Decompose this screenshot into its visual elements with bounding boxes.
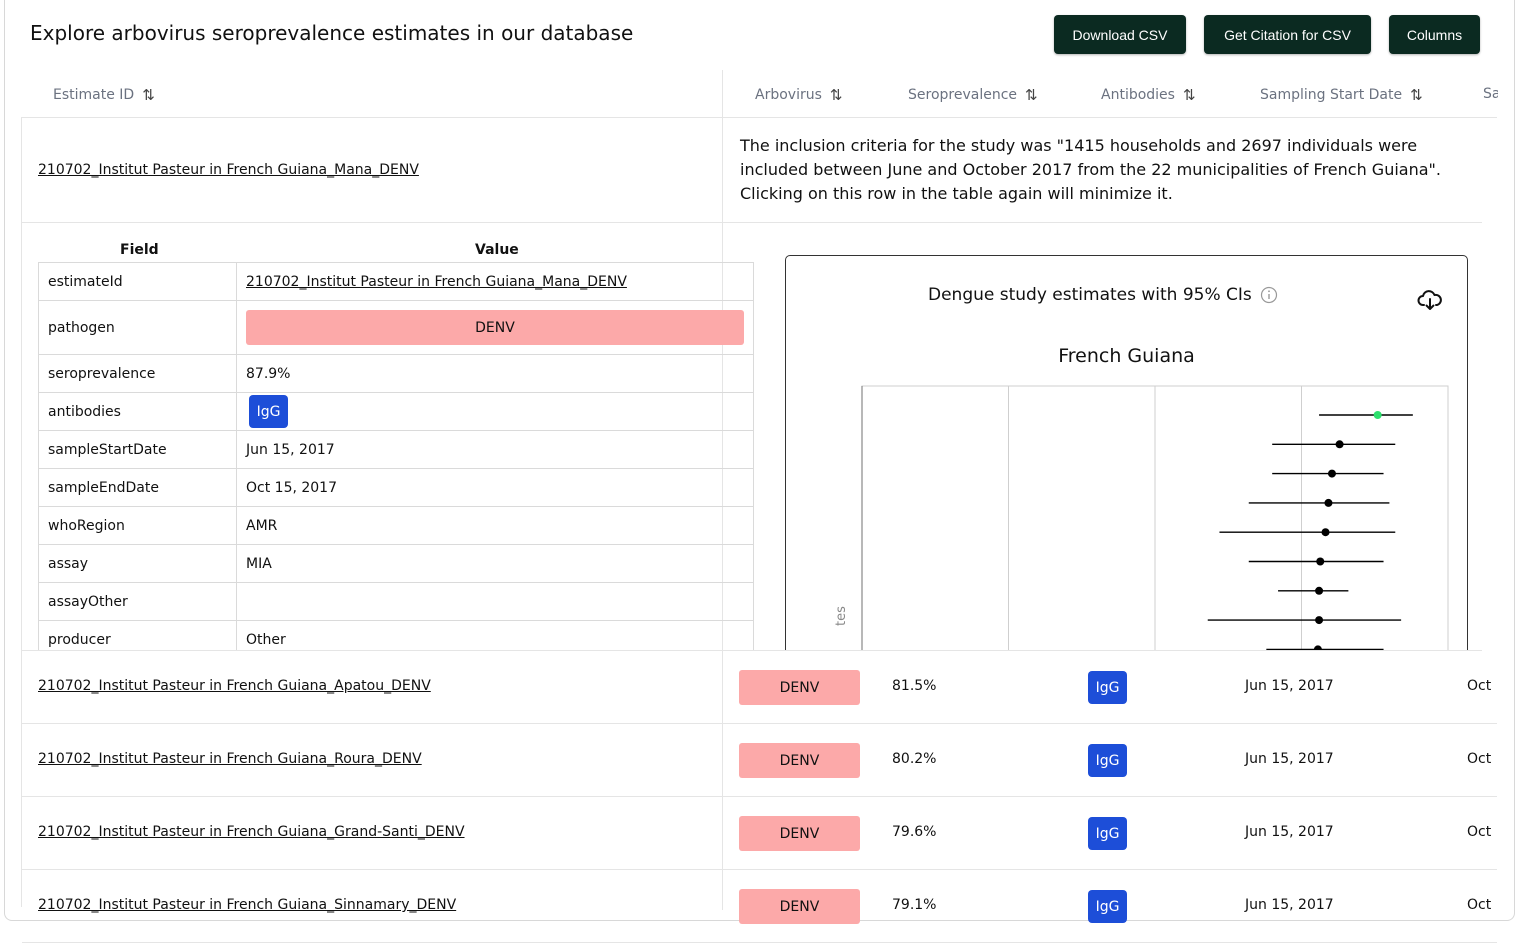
end-date-value: Oct 1 — [1467, 897, 1497, 913]
estimate-point — [1315, 616, 1324, 625]
detail-row: assay MIA — [38, 544, 754, 583]
seroprevalence-value: 80.2% — [892, 751, 937, 767]
forest-plot — [861, 385, 1449, 650]
detail-field: whoRegion — [38, 506, 237, 545]
detail-field: estimateId — [38, 262, 237, 301]
detail-value — [236, 582, 754, 621]
download-csv-button[interactable]: Download CSV — [1054, 15, 1186, 54]
column-header-estimate-id[interactable]: Estimate ID ⇅ — [53, 86, 155, 104]
detail-row: assayOther — [38, 582, 754, 621]
detail-row: producer Other — [38, 620, 754, 650]
field-header: Field — [120, 242, 159, 258]
page-title: Explore arbovirus seroprevalence estimat… — [30, 21, 634, 45]
column-header-label: Arbovirus — [755, 87, 822, 103]
row-divider — [22, 723, 1497, 724]
chart-panel: Dengue study estimates with 95% CIs Fren… — [785, 255, 1468, 650]
detail-value: Jun 15, 2017 — [236, 430, 754, 469]
detail-row: estimateId 210702_Institut Pasteur in Fr… — [38, 262, 754, 301]
column-header-sampling-end-date[interactable]: Sa — [1483, 86, 1498, 102]
detail-value: 87.9% — [236, 354, 754, 393]
row-divider — [22, 222, 1482, 223]
column-header-label: Sampling Start Date — [1260, 87, 1403, 103]
start-date-value: Jun 15, 2017 — [1245, 678, 1334, 694]
column-header-label: Estimate ID — [53, 87, 135, 103]
detail-row: sampleEndDate Oct 15, 2017 — [38, 468, 754, 507]
seroprevalence-value: 79.6% — [892, 824, 937, 840]
end-date-value: Oct 1 — [1467, 751, 1497, 767]
columns-button[interactable]: Columns — [1389, 15, 1480, 54]
detail-value: MIA — [236, 544, 754, 583]
detail-field: assay — [38, 544, 237, 583]
pathogen-badge: DENV — [246, 310, 744, 345]
detail-row: pathogen DENV — [38, 300, 754, 355]
estimate-point — [1324, 498, 1333, 507]
pathogen-badge: DENV — [739, 743, 860, 778]
estimate-point — [1316, 557, 1325, 566]
detail-value: Other — [236, 620, 754, 650]
detail-field: producer — [38, 620, 237, 650]
detail-value: IgG — [236, 392, 754, 431]
estimate-id-link[interactable]: 210702_Institut Pasteur in French Guiana… — [38, 678, 431, 694]
sort-icon[interactable]: ⇅ — [1025, 86, 1038, 104]
row-divider — [22, 796, 1497, 797]
detail-field: sampleStartDate — [38, 430, 237, 469]
estimate-id-link[interactable]: 210702_Institut Pasteur in French Guiana… — [38, 824, 465, 840]
value-header: Value — [475, 242, 519, 258]
detail-field: assayOther — [38, 582, 237, 621]
column-header-arbovirus[interactable]: Arbovirus ⇅ — [755, 86, 843, 104]
detail-value: 210702_Institut Pasteur in French Guiana… — [236, 262, 754, 301]
antibody-badge: IgG — [1088, 744, 1127, 777]
seroprevalence-value: 79.1% — [892, 897, 937, 913]
start-date-value: Jun 15, 2017 — [1245, 897, 1334, 913]
detail-field: antibodies — [38, 392, 237, 431]
pathogen-badge: DENV — [739, 670, 860, 705]
estimate-id-value-link[interactable]: 210702_Institut Pasteur in French Guiana… — [246, 274, 627, 290]
sort-icon[interactable]: ⇅ — [830, 86, 843, 104]
estimate-point — [1373, 411, 1382, 419]
estimate-point — [1315, 586, 1324, 595]
header-divider — [22, 117, 1497, 118]
estimate-id-link[interactable]: 210702_Institut Pasteur in French Guiana… — [38, 897, 456, 913]
detail-field: sampleEndDate — [38, 468, 237, 507]
pathogen-badge: DENV — [739, 816, 860, 851]
column-header-antibodies[interactable]: Antibodies ⇅ — [1101, 86, 1196, 104]
seroprevalence-value: 81.5% — [892, 678, 937, 694]
detail-row: antibodies IgG — [38, 392, 754, 431]
column-header-label: Seroprevalence — [908, 87, 1018, 103]
end-date-value: Oct 1 — [1467, 678, 1497, 694]
row-description: The inclusion criteria for the study was… — [740, 136, 1441, 203]
row-divider — [22, 869, 1497, 870]
sort-icon[interactable]: ⇅ — [1410, 86, 1423, 104]
sort-icon[interactable]: ⇅ — [142, 86, 155, 104]
estimate-id-link[interactable]: 210702_Institut Pasteur in French Guiana… — [38, 751, 422, 767]
start-date-value: Jun 15, 2017 — [1245, 824, 1334, 840]
detail-row: sampleStartDate Jun 15, 2017 — [38, 430, 754, 469]
detail-value: Oct 15, 2017 — [236, 468, 754, 507]
detail-field: seroprevalence — [38, 354, 237, 393]
detail-value: DENV — [236, 300, 754, 355]
antibody-badge: IgG — [1088, 671, 1127, 704]
antibody-badge: IgG — [1088, 817, 1127, 850]
estimate-id-link[interactable]: 210702_Institut Pasteur in French Guiana… — [38, 162, 419, 178]
start-date-value: Jun 15, 2017 — [1245, 751, 1334, 767]
detail-table: estimateId 210702_Institut Pasteur in Fr… — [38, 262, 754, 650]
estimate-point — [1335, 440, 1344, 449]
y-axis-label: tes — [834, 606, 849, 626]
detail-field: pathogen — [38, 300, 237, 355]
estimate-point — [1327, 469, 1336, 478]
antibody-badge: IgG — [249, 395, 288, 428]
column-header-sampling-start-date[interactable]: Sampling Start Date ⇅ — [1260, 86, 1423, 104]
column-header-label: Antibodies — [1101, 87, 1175, 103]
detail-row: whoRegion AMR — [38, 506, 754, 545]
estimate-point — [1321, 528, 1330, 537]
column-header-seroprevalence[interactable]: Seroprevalence ⇅ — [908, 86, 1038, 104]
detail-value: AMR — [236, 506, 754, 545]
get-citation-button[interactable]: Get Citation for CSV — [1204, 15, 1371, 54]
end-date-value: Oct 1 — [1467, 824, 1497, 840]
column-header-label: Sa — [1483, 86, 1498, 102]
detail-row: seroprevalence 87.9% — [38, 354, 754, 393]
sort-icon[interactable]: ⇅ — [1183, 86, 1196, 104]
